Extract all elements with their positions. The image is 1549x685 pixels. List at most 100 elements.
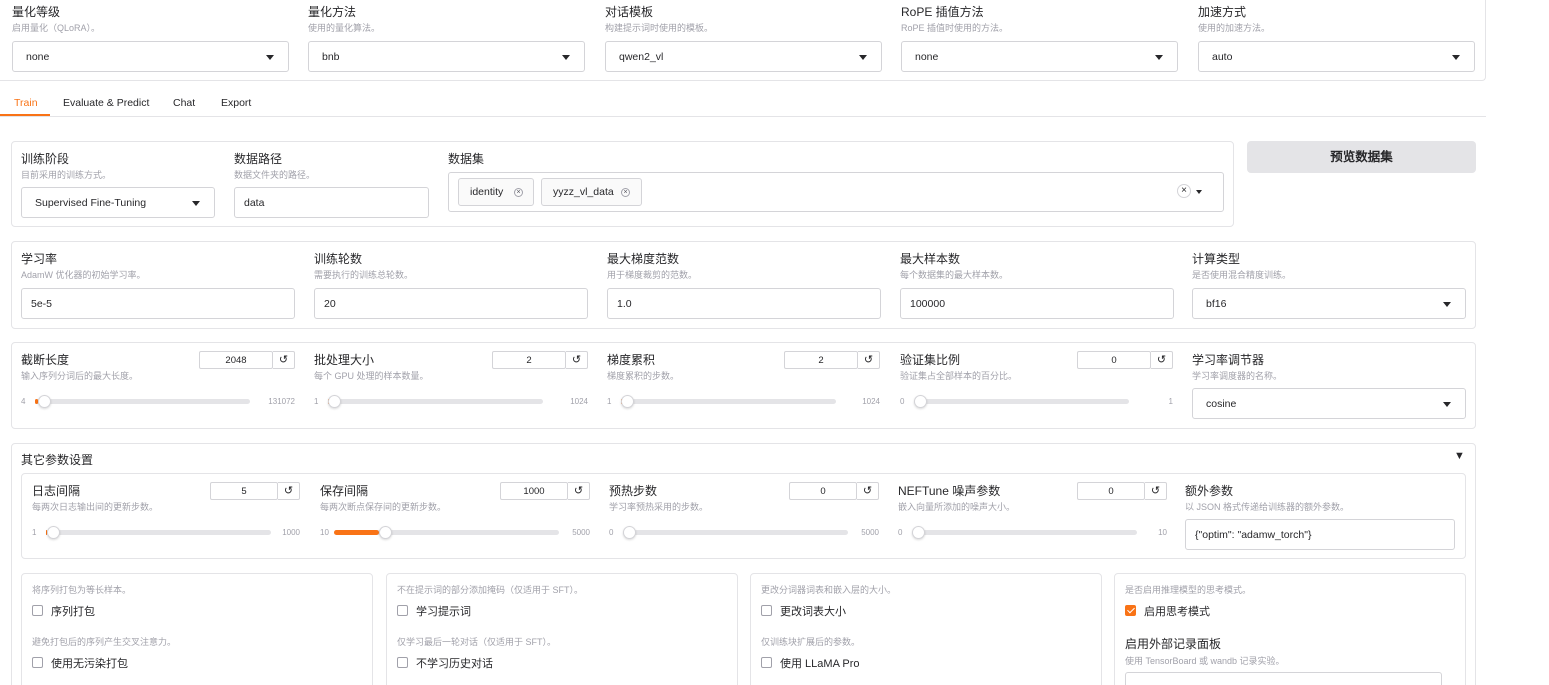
accordion-toggle-icon[interactable]: ▼: [1454, 450, 1465, 462]
slider-number-input[interactable]: 0: [789, 482, 857, 500]
slider-track[interactable]: [35, 395, 250, 408]
tab-evaluate-predict[interactable]: Evaluate & Predict: [63, 97, 149, 109]
preview-dataset-button[interactable]: 预览数据集: [1247, 141, 1476, 173]
slider-track[interactable]: [621, 395, 836, 408]
quant-field-select[interactable]: bnb: [308, 41, 585, 72]
checkbox-label[interactable]: 更改词表大小: [780, 603, 846, 619]
reset-icon[interactable]: ↺: [568, 482, 590, 500]
param-input[interactable]: 20: [314, 288, 588, 319]
other-params-title[interactable]: 其它参数设置: [21, 451, 93, 468]
slider-number-input[interactable]: 0: [1077, 482, 1145, 500]
slider-label: 验证集比例: [900, 353, 961, 367]
tab-chat[interactable]: Chat: [173, 97, 195, 109]
quant-field-value: auto: [1212, 51, 1233, 63]
slider-track[interactable]: [328, 395, 543, 408]
scheduler-label: 学习率调节器: [1192, 353, 1265, 367]
slider-track[interactable]: [46, 526, 271, 539]
extra-args-value: {"optim": "adamw_torch"}: [1195, 529, 1312, 541]
slider-number-value: 1000: [523, 486, 545, 497]
clear-icon[interactable]: ×: [1177, 184, 1191, 198]
param-value: 5e-5: [31, 298, 53, 310]
slider-track[interactable]: [914, 395, 1129, 408]
reset-icon[interactable]: ↺: [1151, 351, 1173, 369]
checkbox[interactable]: [397, 657, 408, 668]
slider-thumb[interactable]: [46, 526, 60, 539]
reset-icon[interactable]: ↺: [858, 351, 880, 369]
reset-icon[interactable]: ↺: [1145, 482, 1167, 500]
extra-args-label: 额外参数: [1185, 484, 1234, 498]
slider-track[interactable]: [623, 526, 848, 539]
quant-field-desc: 启用量化（QLoRA）。: [12, 23, 101, 33]
reset-icon[interactable]: ↺: [273, 351, 295, 369]
chevron-down-icon: [1155, 55, 1163, 60]
slider-thumb[interactable]: [623, 526, 636, 539]
remove-tag-icon[interactable]: ×: [514, 188, 523, 197]
param-input[interactable]: 1.0: [607, 288, 881, 319]
checkbox[interactable]: [761, 605, 772, 616]
param-input[interactable]: 5e-5: [21, 288, 295, 319]
quant-field-select[interactable]: none: [901, 41, 1178, 72]
param-desc: 每个数据集的最大样本数。: [900, 270, 1009, 280]
slider-track[interactable]: [912, 526, 1137, 539]
chevron-down-icon: [1443, 302, 1451, 307]
slider-min: 4: [21, 397, 26, 406]
slider-label: 梯度累积: [607, 353, 656, 367]
checkbox-label[interactable]: 启用思考模式: [1144, 603, 1210, 619]
chevron-down-icon: [1452, 55, 1460, 60]
tab-export[interactable]: Export: [221, 97, 251, 109]
reset-icon[interactable]: ↺: [566, 351, 588, 369]
slider-desc: 学习率预热采用的步数。: [609, 502, 709, 512]
remove-tag-icon[interactable]: ×: [621, 188, 630, 197]
param-desc: 是否使用混合精度训练。: [1192, 270, 1292, 280]
data-path-input[interactable]: data: [234, 187, 429, 218]
chevron-down-icon[interactable]: [1196, 190, 1202, 194]
slider-min: 1: [607, 397, 612, 406]
checkbox[interactable]: [32, 657, 43, 668]
checkbox-label[interactable]: 序列打包: [51, 603, 95, 619]
slider-track[interactable]: [334, 526, 559, 539]
tab-train[interactable]: Train: [14, 97, 38, 109]
quant-field-select[interactable]: qwen2_vl: [605, 41, 882, 72]
checkbox[interactable]: [397, 605, 408, 616]
slider-label: 批处理大小: [314, 353, 375, 367]
checkbox-label[interactable]: 学习提示词: [416, 603, 471, 619]
checkbox-desc: 仅训练块扩展后的参数。: [761, 637, 861, 647]
report-select[interactable]: [1125, 672, 1442, 685]
slider-number-input[interactable]: 2: [784, 351, 858, 369]
scheduler-select[interactable]: cosine: [1192, 388, 1466, 419]
slider-thumb[interactable]: [912, 526, 925, 539]
slider-label: 日志间隔: [32, 484, 81, 498]
checkbox[interactable]: [1125, 605, 1136, 616]
quant-field-select[interactable]: auto: [1198, 41, 1475, 72]
slider-min: 1: [32, 528, 37, 537]
stage-select[interactable]: Supervised Fine-Tuning: [21, 187, 215, 218]
slider-thumb[interactable]: [914, 395, 927, 408]
checkbox[interactable]: [32, 605, 43, 616]
compute-type-select[interactable]: bf16: [1192, 288, 1466, 319]
quant-field-value: qwen2_vl: [619, 51, 664, 63]
report-label: 启用外部记录面板: [1125, 637, 1222, 651]
slider-desc: 每个 GPU 处理的样本数量。: [314, 371, 429, 381]
stage-desc: 目前采用的训练方式。: [21, 170, 112, 180]
slider-number-input[interactable]: 2: [492, 351, 566, 369]
extra-args-input[interactable]: {"optim": "adamw_torch"}: [1185, 519, 1455, 550]
param-input[interactable]: 100000: [900, 288, 1174, 319]
quant-field-select[interactable]: none: [12, 41, 289, 72]
checkbox[interactable]: [761, 657, 772, 668]
slider-max: 131072: [268, 397, 295, 406]
checkbox-label[interactable]: 不学习历史对话: [416, 655, 493, 671]
stage-value: Supervised Fine-Tuning: [35, 197, 147, 209]
quant-field-desc: 构建提示词时使用的模板。: [605, 23, 714, 33]
slider-thumb[interactable]: [378, 526, 392, 539]
checkbox-label[interactable]: 使用 LLaMA Pro: [780, 655, 859, 671]
slider-number-value: 5: [241, 486, 247, 497]
slider-number-input[interactable]: 2048: [199, 351, 273, 369]
slider-number-input[interactable]: 5: [210, 482, 278, 500]
slider-number-input[interactable]: 1000: [500, 482, 568, 500]
reset-icon[interactable]: ↺: [857, 482, 879, 500]
param-label: 最大样本数: [900, 252, 961, 266]
slider-number-input[interactable]: 0: [1077, 351, 1151, 369]
checkbox-desc: 是否启用推理模型的思考模式。: [1125, 585, 1252, 595]
checkbox-label[interactable]: 使用无污染打包: [51, 655, 128, 671]
reset-icon[interactable]: ↺: [278, 482, 300, 500]
